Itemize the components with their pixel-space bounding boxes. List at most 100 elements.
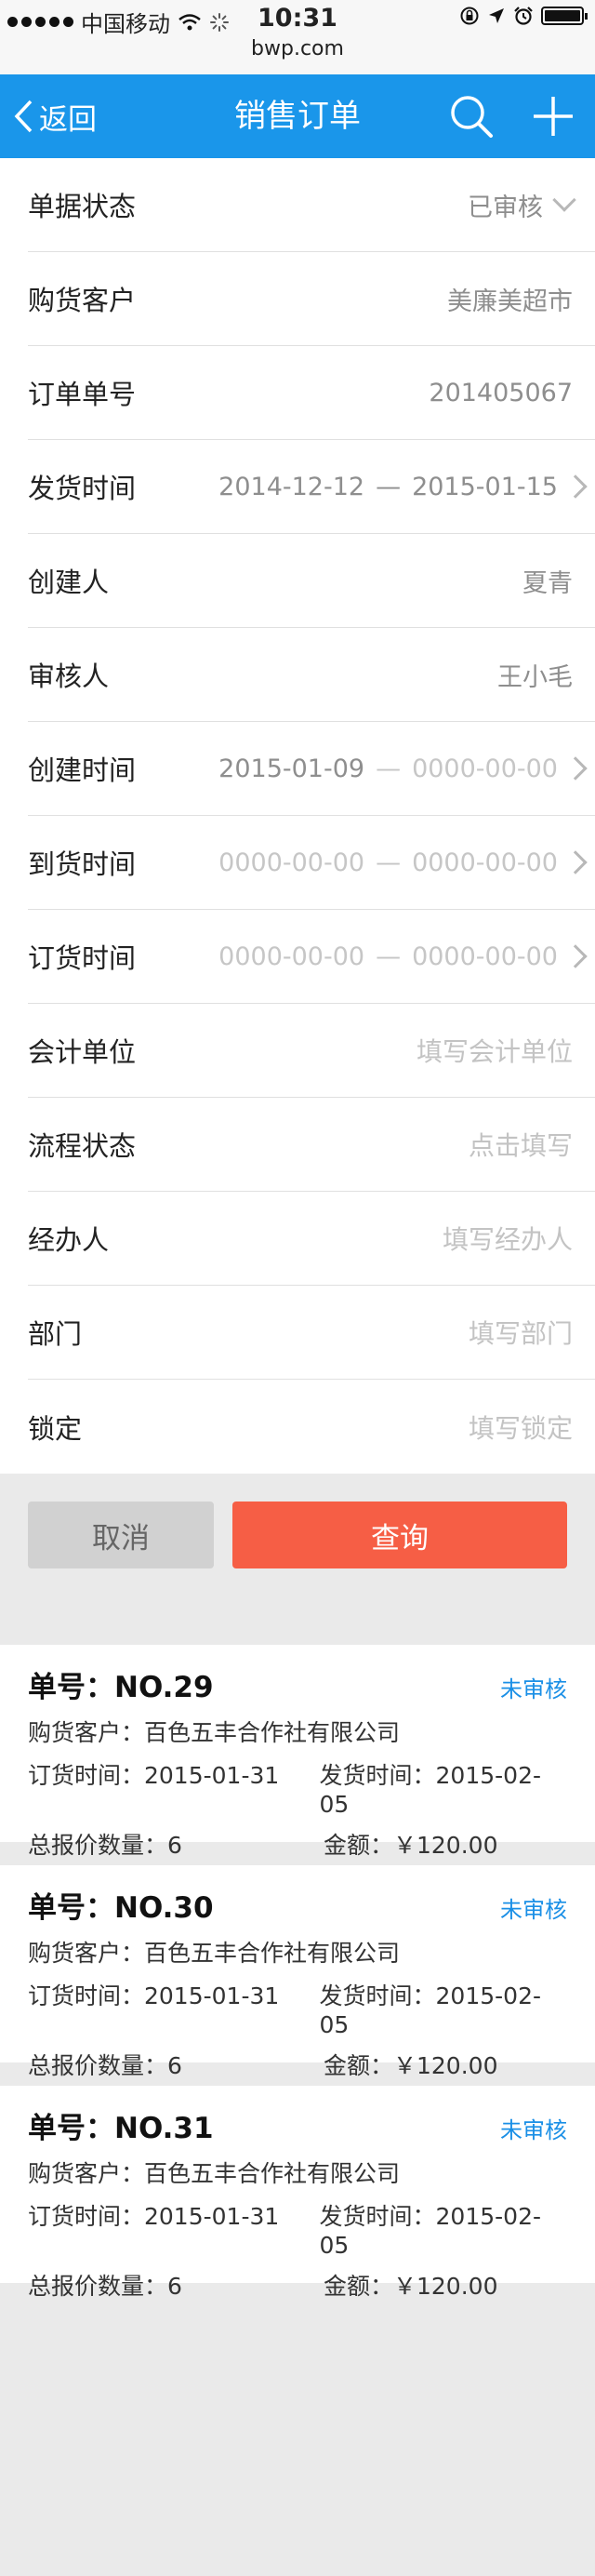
order-quantity: 总报价数量：6	[28, 1832, 182, 1859]
lock-field[interactable]: 锁定 填写锁定	[28, 1380, 595, 1474]
chevron-down-icon	[552, 188, 576, 212]
chevron-right-icon	[563, 944, 588, 968]
back-button[interactable]: 返回	[13, 74, 97, 158]
chevron-left-icon	[14, 100, 33, 133]
customer-field[interactable]: 购货客户 美廉美超市	[28, 252, 595, 346]
range-dash: —	[376, 848, 402, 877]
status-select[interactable]: 单据状态 已审核	[28, 158, 595, 252]
customer-value: 美廉美超市	[447, 287, 573, 316]
rotation-lock-icon	[460, 7, 479, 25]
order-customer: 购货客户：百色五丰合作社有限公司	[28, 2160, 401, 2187]
auditor-field[interactable]: 审核人 王小毛	[28, 628, 595, 722]
order-time-to: 0000-00-00	[412, 941, 558, 971]
department-label: 部门	[28, 1318, 83, 1350]
order-ship-time: 发货时间：2015-02-05	[319, 1982, 541, 2038]
filter-form: 单据状态 已审核 购货客户 美廉美超市 订单单号 201405067 发货时间 …	[0, 158, 595, 1474]
range-dash: —	[376, 754, 402, 783]
order-number: 单号：NO.29	[28, 1671, 214, 1704]
arrive-time-to: 0000-00-00	[412, 848, 558, 877]
creator-label: 创建人	[28, 567, 110, 598]
ship-time-from: 2014-12-12	[218, 472, 365, 501]
order-amount: 金额：￥120.00	[324, 2273, 498, 2300]
ship-time-to: 2015-01-15	[412, 472, 558, 501]
battery-icon	[541, 7, 588, 25]
create-time-to: 0000-00-00	[412, 754, 558, 783]
action-bar: 取消 查询	[0, 1474, 595, 1596]
flow-status-placeholder: 点击填写	[468, 1130, 573, 1161]
create-time-label: 创建时间	[28, 754, 137, 786]
department-field[interactable]: 部门 填写部门	[28, 1286, 595, 1380]
account-unit-placeholder: 填写会计单位	[416, 1036, 573, 1067]
order-order-time: 订货时间：2015-01-31	[28, 2203, 280, 2230]
chevron-right-icon	[563, 850, 588, 874]
order-number: 单号：NO.30	[28, 1891, 214, 1925]
order-order-time: 订货时间：2015-01-31	[28, 1762, 280, 1789]
order-status-badge: 未审核	[500, 1676, 567, 1702]
status-bar: 中国移动 10:31 bwp.com	[0, 0, 595, 74]
query-button[interactable]: 查询	[232, 1502, 567, 1568]
range-dash: —	[376, 472, 402, 501]
account-unit-field[interactable]: 会计单位 填写会计单位	[28, 1004, 595, 1098]
order-time-range[interactable]: 订货时间 0000-00-00 — 0000-00-00	[28, 910, 595, 1004]
auditor-label: 审核人	[28, 661, 110, 692]
order-quantity: 总报价数量：6	[28, 2052, 182, 2079]
creator-field[interactable]: 创建人 夏青	[28, 534, 595, 628]
create-time-range[interactable]: 创建时间 2015-01-09 — 0000-00-00	[28, 722, 595, 816]
order-amount: 金额：￥120.00	[324, 2052, 498, 2079]
creator-value: 夏青	[522, 568, 573, 598]
status-bar-right	[459, 6, 588, 26]
order-no-value: 201405067	[429, 378, 573, 407]
arrive-time-from: 0000-00-00	[218, 848, 365, 877]
account-unit-label: 会计单位	[28, 1036, 137, 1068]
range-dash: —	[376, 941, 402, 971]
location-arrow-icon	[489, 8, 504, 23]
order-card[interactable]: 单号：NO.29 未审核 购货客户：百色五丰合作社有限公司 订货时间：2015-…	[0, 1645, 595, 1859]
chevron-right-icon	[563, 756, 588, 781]
order-status-badge: 未审核	[500, 2117, 567, 2143]
order-card[interactable]: 单号：NO.31 未审核 购货客户：百色五丰合作社有限公司 订货时间：2015-…	[0, 2086, 595, 2300]
order-no-field[interactable]: 订单单号 201405067	[28, 346, 595, 440]
order-status-badge: 未审核	[500, 1897, 567, 1923]
order-time-label: 订货时间	[28, 942, 137, 974]
order-amount: 金额：￥120.00	[324, 1832, 498, 1859]
handler-placeholder: 填写经办人	[442, 1224, 573, 1255]
url-label: bwp.com	[251, 37, 344, 60]
department-placeholder: 填写部门	[468, 1318, 573, 1349]
plus-icon[interactable]	[532, 95, 575, 138]
ship-time-label: 发货时间	[28, 473, 137, 504]
back-label: 返回	[39, 102, 97, 137]
flow-status-field[interactable]: 流程状态 点击填写	[28, 1098, 595, 1192]
lock-placeholder: 填写锁定	[468, 1412, 573, 1444]
arrive-time-label: 到货时间	[28, 848, 137, 880]
status-value: 已审核	[468, 193, 543, 222]
auditor-value: 王小毛	[497, 662, 573, 692]
alarm-icon	[514, 7, 533, 25]
order-number: 单号：NO.31	[28, 2112, 214, 2145]
order-time-value: 0000-00-00 — 0000-00-00	[218, 942, 558, 971]
cancel-button[interactable]: 取消	[28, 1502, 214, 1568]
search-icon[interactable]	[448, 93, 495, 140]
create-time-from: 2015-01-09	[218, 754, 365, 783]
lock-label: 锁定	[28, 1412, 83, 1445]
flow-status-label: 流程状态	[28, 1130, 137, 1162]
order-ship-time: 发货时间：2015-02-05	[319, 2203, 541, 2259]
arrive-time-range[interactable]: 到货时间 0000-00-00 — 0000-00-00	[28, 816, 595, 910]
order-time-from: 0000-00-00	[218, 941, 365, 971]
handler-label: 经办人	[28, 1224, 110, 1256]
customer-label: 购货客户	[28, 285, 137, 316]
order-customer: 购货客户：百色五丰合作社有限公司	[28, 1940, 401, 1967]
status-label: 单据状态	[28, 191, 137, 222]
order-ship-time: 发货时间：2015-02-05	[319, 1762, 541, 1818]
create-time-value: 2015-01-09 — 0000-00-00	[218, 754, 558, 783]
order-customer: 购货客户：百色五丰合作社有限公司	[28, 1719, 401, 1746]
ship-time-value: 2014-12-12 — 2015-01-15	[218, 473, 558, 501]
order-no-label: 订单单号	[28, 379, 137, 410]
chevron-right-icon	[563, 474, 588, 499]
arrive-time-value: 0000-00-00 — 0000-00-00	[218, 848, 558, 877]
order-list: 单号：NO.29 未审核 购货客户：百色五丰合作社有限公司 订货时间：2015-…	[0, 1645, 595, 2300]
ship-time-range[interactable]: 发货时间 2014-12-12 — 2015-01-15	[28, 440, 595, 534]
order-quantity: 总报价数量：6	[28, 2273, 182, 2300]
order-card[interactable]: 单号：NO.30 未审核 购货客户：百色五丰合作社有限公司 订货时间：2015-…	[0, 1865, 595, 2079]
order-order-time: 订货时间：2015-01-31	[28, 1982, 280, 2009]
handler-field[interactable]: 经办人 填写经办人	[28, 1192, 595, 1286]
